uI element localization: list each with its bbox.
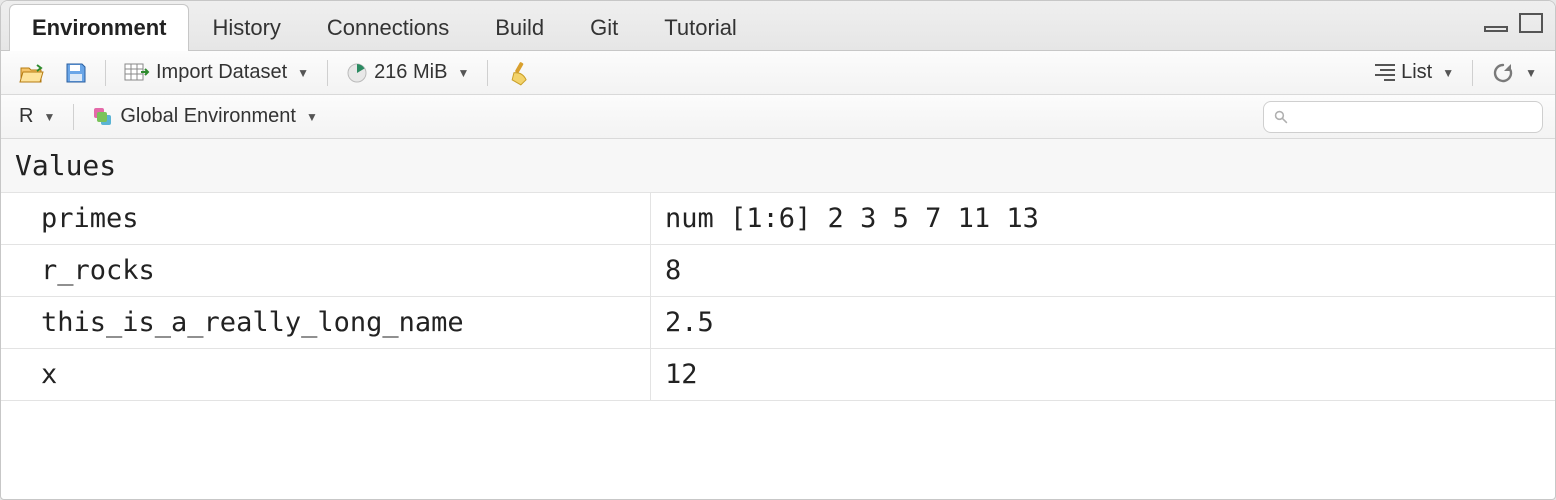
variable-row[interactable]: x 12 xyxy=(1,349,1555,401)
tab-git[interactable]: Git xyxy=(567,4,641,51)
tabstrip: Environment History Connections Build Gi… xyxy=(1,1,1555,51)
environment-pane: Environment History Connections Build Gi… xyxy=(0,0,1556,500)
refresh-button[interactable]: ▼ xyxy=(1485,59,1543,87)
separator xyxy=(73,104,74,130)
tab-environment[interactable]: Environment xyxy=(9,4,189,51)
separator xyxy=(105,60,106,86)
toolbar-primary: Import Dataset ▼ 216 MiB ▼ List ▼ xyxy=(1,51,1555,95)
variables-list: primes num [1:6] 2 3 5 7 11 13 r_rocks 8… xyxy=(1,193,1555,499)
separator xyxy=(1472,60,1473,86)
variable-value: 12 xyxy=(651,349,1555,400)
search-icon xyxy=(1274,108,1288,126)
variable-name: x xyxy=(1,349,651,400)
environment-scope-label: Global Environment xyxy=(120,105,296,128)
search-input[interactable] xyxy=(1296,105,1532,128)
open-icon[interactable] xyxy=(13,60,51,86)
window-controls xyxy=(1483,11,1545,40)
variable-value: 2.5 xyxy=(651,297,1555,348)
separator xyxy=(327,60,328,86)
variable-value: num [1:6] 2 3 5 7 11 13 xyxy=(651,193,1555,244)
memory-usage-label: 216 MiB xyxy=(374,61,447,84)
environment-icon xyxy=(92,106,114,128)
variable-row[interactable]: primes num [1:6] 2 3 5 7 11 13 xyxy=(1,193,1555,245)
minimize-icon[interactable] xyxy=(1483,13,1511,38)
chevron-down-icon: ▼ xyxy=(297,66,309,80)
tab-connections[interactable]: Connections xyxy=(304,4,472,51)
import-dataset-button[interactable]: Import Dataset ▼ xyxy=(118,59,315,86)
clear-workspace-button[interactable] xyxy=(500,58,538,88)
variable-name: r_rocks xyxy=(1,245,651,296)
tab-tutorial[interactable]: Tutorial xyxy=(641,4,760,51)
search-box[interactable] xyxy=(1263,101,1543,133)
chevron-down-icon: ▼ xyxy=(457,66,469,80)
separator xyxy=(487,60,488,86)
environment-selector[interactable]: Global Environment ▼ xyxy=(86,103,324,130)
variable-value: 8 xyxy=(651,245,1555,296)
maximize-icon[interactable] xyxy=(1517,11,1545,40)
section-header-values: Values xyxy=(1,139,1555,193)
variable-name: primes xyxy=(1,193,651,244)
chevron-down-icon: ▼ xyxy=(43,110,55,124)
variable-name: this_is_a_really_long_name xyxy=(1,297,651,348)
variable-row[interactable]: r_rocks 8 xyxy=(1,245,1555,297)
list-icon xyxy=(1375,64,1395,81)
toolbar-scope: R ▼ Global Environment ▼ xyxy=(1,95,1555,139)
view-mode-button[interactable]: List ▼ xyxy=(1369,59,1460,86)
tab-build[interactable]: Build xyxy=(472,4,567,51)
chevron-down-icon: ▼ xyxy=(1442,66,1454,80)
chevron-down-icon: ▼ xyxy=(306,110,318,124)
view-mode-label: List xyxy=(1401,61,1432,84)
import-dataset-label: Import Dataset xyxy=(156,61,287,84)
tab-history[interactable]: History xyxy=(189,4,303,51)
memory-usage-button[interactable]: 216 MiB ▼ xyxy=(340,59,475,86)
save-icon[interactable] xyxy=(59,60,93,86)
engine-label: R xyxy=(19,105,33,128)
chevron-down-icon: ▼ xyxy=(1525,66,1537,80)
variable-row[interactable]: this_is_a_really_long_name 2.5 xyxy=(1,297,1555,349)
engine-selector[interactable]: R ▼ xyxy=(13,103,61,130)
